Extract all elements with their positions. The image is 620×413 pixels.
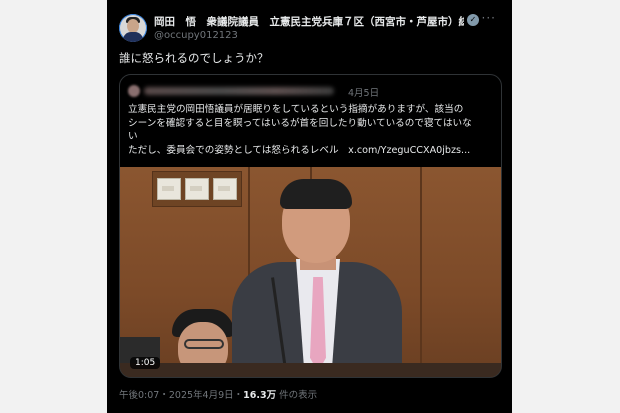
- desk: [120, 363, 501, 377]
- light-switch: [213, 178, 237, 200]
- avatar-body: [123, 32, 143, 42]
- post-time[interactable]: 午後0:07: [119, 390, 159, 401]
- quoted-line: シーンを確認すると目を瞑ってはいるが首を回したり動いているので寝てはいな: [128, 117, 472, 129]
- light-switch: [185, 178, 209, 200]
- views-count: 16.3万: [243, 390, 277, 401]
- views-label: 件の表示: [276, 390, 318, 401]
- tweet-meta: 午後0:07・2025年4月9日・16.3万 件の表示: [119, 387, 317, 401]
- light-switch-panel: [152, 171, 242, 207]
- more-options-icon[interactable]: ···: [482, 11, 496, 25]
- avatar-face: [127, 19, 139, 33]
- quoted-line: い: [128, 131, 138, 142]
- speaker-hair: [280, 179, 352, 209]
- quoted-date: 4月5日: [348, 88, 380, 99]
- wall-seam: [420, 167, 422, 377]
- verified-badge-icon: ✓: [467, 14, 479, 26]
- video-player[interactable]: 1:05: [120, 167, 501, 377]
- quoted-tweet-header: 4月5日: [128, 83, 493, 99]
- quoted-tweet[interactable]: 4月5日 立憲民主党の岡田悟議員が居眠りをしているという指摘がありますが、該当の…: [119, 74, 502, 378]
- quoted-author-blurred: [144, 87, 334, 95]
- quoted-tweet-text: 立憲民主党の岡田悟議員が居眠りをしているという指摘がありますが、該当の シーンを…: [128, 103, 480, 157]
- quoted-line: 立憲民主党の岡田悟議員が居眠りをしているという指摘がありますが、該当の: [128, 104, 464, 115]
- avatar[interactable]: [119, 14, 147, 42]
- meta-separator: ・: [159, 390, 169, 401]
- display-name[interactable]: 岡田 悟 衆議院議員 立憲民主党兵庫７区（西宮市・芦屋市）総...: [154, 14, 464, 29]
- quoted-line: ただし、委員会での姿勢としては怒られるレベル x.com/YzeguCCXA0j…: [128, 144, 471, 156]
- user-handle[interactable]: @occupy012123: [154, 30, 238, 41]
- meta-separator: ・: [233, 390, 244, 401]
- post-date[interactable]: 2025年4月9日: [169, 390, 234, 401]
- video-duration: 1:05: [130, 357, 161, 369]
- light-switch: [157, 178, 181, 200]
- tweet-card: 岡田 悟 衆議院議員 立憲民主党兵庫７区（西宮市・芦屋市）総... ✓ ··· …: [107, 0, 512, 413]
- tweet-header: 岡田 悟 衆議院議員 立憲民主党兵庫７区（西宮市・芦屋市）総... ✓ ··· …: [119, 11, 502, 45]
- tweet-text: 誰に怒られるのでしょうか？: [119, 51, 269, 65]
- seated-person-glasses: [184, 339, 224, 349]
- quoted-avatar: [128, 85, 140, 97]
